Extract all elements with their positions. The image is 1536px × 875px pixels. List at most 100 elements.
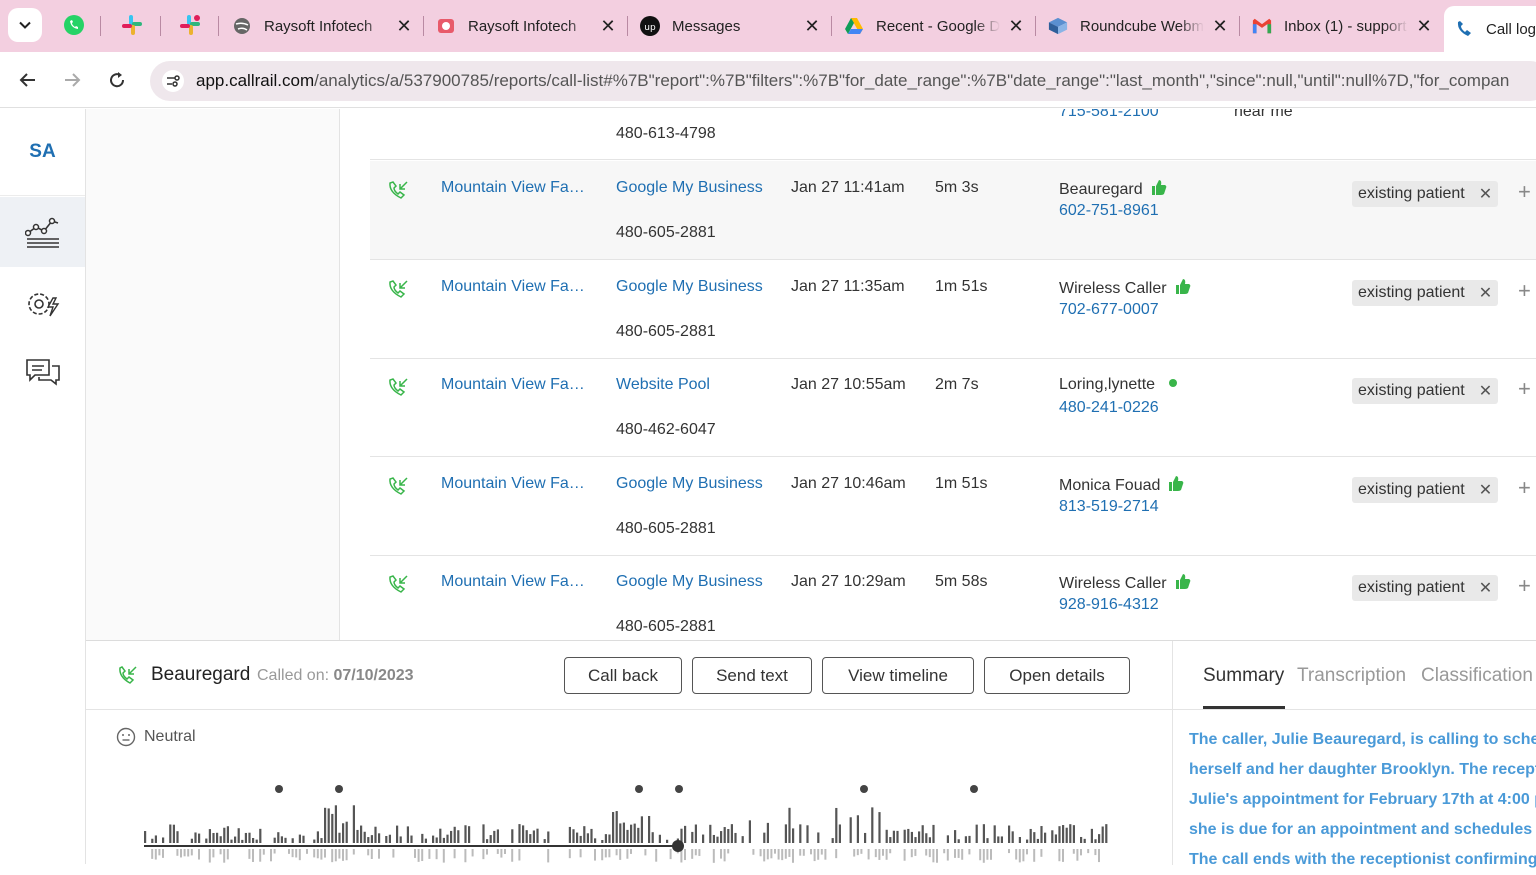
- add-tag-button[interactable]: +: [1518, 376, 1531, 402]
- waveform-bar: [990, 849, 992, 860]
- tab-transcription[interactable]: Transcription: [1297, 665, 1406, 687]
- close-icon[interactable]: ✕: [804, 17, 820, 35]
- site-info-icon[interactable]: [162, 70, 184, 92]
- waveform-bar: [374, 826, 377, 843]
- nav-settings[interactable]: [0, 269, 85, 339]
- tab-call-log[interactable]: Call log: [1444, 6, 1536, 52]
- source-link[interactable]: Google My Business: [616, 475, 763, 493]
- waveform-bar: [1033, 832, 1036, 843]
- company-link[interactable]: Mountain View Fa…: [441, 278, 585, 296]
- add-tag-button[interactable]: +: [1518, 475, 1531, 501]
- waveform-bar: [997, 836, 1000, 843]
- waveform-bar: [367, 837, 370, 843]
- waveform-bar: [630, 849, 632, 854]
- table-row[interactable]: Mountain View Fa… Google My Business 480-6…: [370, 457, 1536, 556]
- waveform-bar: [352, 849, 355, 855]
- address-bar[interactable]: app.callrail.com/analytics/a/537900785/r…: [150, 61, 1536, 101]
- company-link[interactable]: Mountain View Fa…: [441, 573, 585, 591]
- tab-raysoft-2[interactable]: Raysoft Infotech ✕: [426, 6, 626, 46]
- table-row[interactable]: Mountain View Fa… Website Pool 480-462-604…: [370, 358, 1536, 457]
- slack-icon: [180, 15, 200, 35]
- incoming-call-icon: [119, 666, 137, 684]
- caller-phone[interactable]: 928-916-4312: [1059, 596, 1159, 614]
- waveform-bar: [1022, 849, 1025, 862]
- customer-phone[interactable]: 715-581-2100: [1059, 109, 1159, 121]
- open-details-button[interactable]: Open details: [984, 657, 1130, 694]
- call-back-button[interactable]: Call back: [564, 657, 682, 694]
- waveform-bar: [1058, 826, 1061, 843]
- company-link[interactable]: Mountain View Fa…: [441, 475, 585, 493]
- forward-button[interactable]: [56, 64, 88, 96]
- waveform-bar: [684, 849, 686, 861]
- table-row[interactable]: Mountain View Fa… Google My Business 480-6…: [370, 555, 1536, 640]
- waveform-bar: [262, 849, 265, 855]
- waveform-bar: [496, 829, 499, 843]
- remove-tag-icon[interactable]: ✕: [1479, 184, 1492, 204]
- caller-name: Beauregard: [1059, 179, 1167, 199]
- pinned-tab-slack-2[interactable]: [175, 10, 205, 40]
- tab-messages[interactable]: up Messages ✕: [630, 6, 830, 46]
- back-button[interactable]: [12, 64, 44, 96]
- account-switcher[interactable]: SA: [0, 109, 85, 196]
- tab-raysoft-1[interactable]: Raysoft Infotech ✕: [222, 6, 422, 46]
- remove-tag-icon[interactable]: ✕: [1479, 578, 1492, 598]
- waveform-bar: [378, 833, 381, 843]
- waveform-bar: [604, 849, 607, 858]
- source-link[interactable]: Google My Business: [616, 278, 763, 296]
- pinned-tab-whatsapp[interactable]: [59, 10, 89, 40]
- waveform-bar: [324, 849, 326, 858]
- view-timeline-button[interactable]: View timeline: [822, 657, 974, 694]
- add-tag-button[interactable]: +: [1518, 278, 1531, 304]
- source-link[interactable]: Google My Business: [616, 179, 763, 197]
- close-icon[interactable]: ✕: [1008, 17, 1024, 35]
- waveform-bar: [1065, 827, 1068, 843]
- send-text-button[interactable]: Send text: [692, 657, 812, 694]
- close-icon[interactable]: ✕: [1416, 17, 1432, 35]
- waveform-bar: [273, 849, 276, 854]
- waveform-bar: [712, 849, 715, 863]
- source-link[interactable]: Google My Business: [616, 573, 763, 591]
- tab-gmail[interactable]: Inbox (1) - support ✕: [1242, 6, 1442, 46]
- audio-waveform[interactable]: [142, 781, 1112, 865]
- waveform-bar: [856, 849, 859, 856]
- add-tag-button[interactable]: +: [1518, 179, 1531, 205]
- nav-conversations[interactable]: [0, 337, 85, 407]
- waveform-bar: [885, 829, 888, 843]
- tab-summary[interactable]: Summary: [1203, 665, 1284, 687]
- table-row[interactable]: 480-613-4798 715-581-2100 near me": [370, 109, 1536, 160]
- tab-roundcube[interactable]: Roundcube Webmail ✕: [1038, 6, 1238, 46]
- company-link[interactable]: Mountain View Fa…: [441, 179, 585, 197]
- waveform-bar: [194, 832, 197, 843]
- tab-title: Raysoft Infotech: [468, 17, 577, 35]
- source-link[interactable]: Website Pool: [616, 376, 710, 394]
- waveform-bar: [752, 849, 755, 855]
- remove-tag-icon[interactable]: ✕: [1479, 381, 1492, 401]
- reload-button[interactable]: [101, 64, 133, 96]
- table-row[interactable]: Mountain View Fa… Google My Business 480-6…: [370, 260, 1536, 359]
- company-link[interactable]: Mountain View Fa…: [441, 376, 585, 394]
- tab-search-button[interactable]: [8, 8, 42, 42]
- google-drive-icon: [845, 18, 863, 34]
- waveform-bar: [568, 826, 571, 843]
- tab-classification[interactable]: Classification: [1421, 665, 1533, 687]
- waveform-bar: [493, 830, 496, 843]
- caller-name: Loring,lynette: [1059, 376, 1178, 394]
- remove-tag-icon[interactable]: ✕: [1479, 283, 1492, 303]
- caller-phone[interactable]: 480-241-0226: [1059, 399, 1159, 417]
- remove-tag-icon[interactable]: ✕: [1479, 480, 1492, 500]
- nav-analytics[interactable]: [0, 197, 85, 267]
- tab-google-drive[interactable]: Recent - Google Drive ✕: [834, 6, 1034, 46]
- waveform-bar: [482, 824, 485, 843]
- table-row[interactable]: Mountain View Fa… Google My Business 480-6…: [370, 161, 1536, 260]
- caller-phone[interactable]: 602-751-8961: [1059, 202, 1159, 220]
- add-tag-button[interactable]: +: [1518, 573, 1531, 599]
- close-icon[interactable]: ✕: [600, 17, 616, 35]
- incoming-call-icon: [389, 181, 408, 199]
- close-icon[interactable]: ✕: [396, 17, 412, 35]
- caller-phone[interactable]: 702-677-0007: [1059, 301, 1159, 319]
- close-icon[interactable]: ✕: [1212, 17, 1228, 35]
- caller-phone[interactable]: 813-519-2714: [1059, 498, 1159, 516]
- waveform-bar: [774, 849, 776, 854]
- waveform-bar: [284, 837, 287, 843]
- pinned-tab-slack-1[interactable]: [117, 10, 147, 40]
